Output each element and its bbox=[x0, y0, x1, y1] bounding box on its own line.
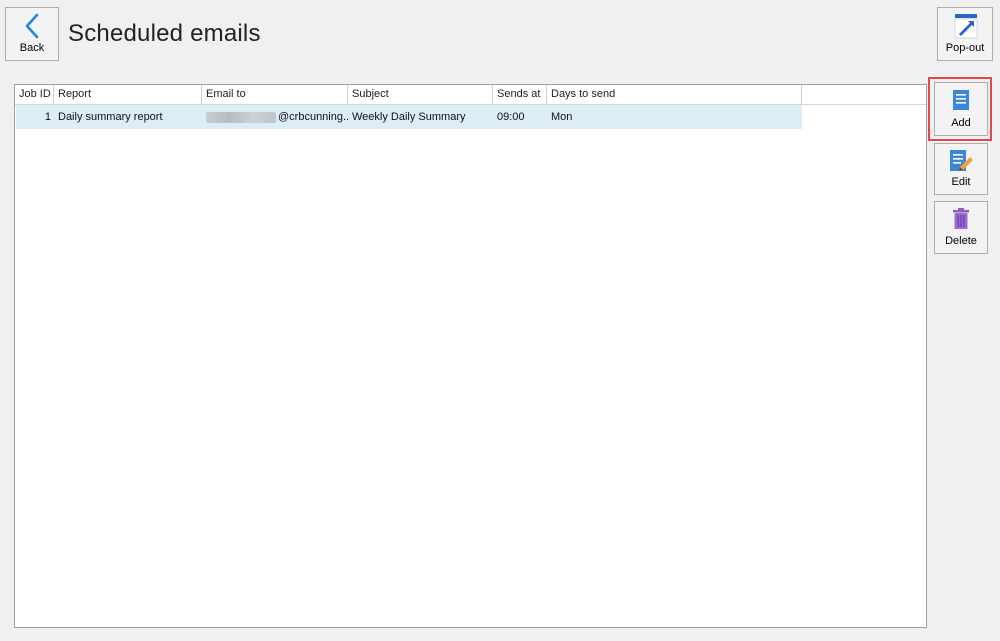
edit-button[interactable]: Edit bbox=[934, 143, 988, 195]
cell-email-to: @crbcunning... bbox=[202, 105, 348, 129]
back-button[interactable]: Back bbox=[5, 7, 59, 61]
column-header-sends-at[interactable]: Sends at bbox=[493, 85, 547, 104]
document-edit-icon bbox=[948, 148, 974, 177]
cell-days-to-send: Mon bbox=[551, 111, 573, 123]
column-header-days-to-send[interactable]: Days to send bbox=[547, 85, 802, 104]
cell-sends-at: 09:00 bbox=[497, 111, 525, 123]
delete-label: Delete bbox=[945, 235, 977, 247]
cell-email-domain: @crbcunning... bbox=[278, 111, 348, 123]
trash-icon bbox=[951, 208, 971, 233]
column-header-email-to[interactable]: Email to bbox=[202, 85, 348, 104]
redacted-email-blur bbox=[206, 111, 276, 123]
popout-arrow-icon bbox=[952, 13, 978, 42]
table-row[interactable]: 1 Daily summary report @crbcunning... We… bbox=[16, 105, 802, 129]
column-header-report[interactable]: Report bbox=[54, 85, 202, 104]
cell-report: Daily summary report bbox=[58, 111, 163, 123]
cell-job-id: 1 bbox=[44, 111, 51, 123]
popout-label: Pop-out bbox=[945, 42, 985, 54]
scheduled-emails-grid[interactable]: Job ID Report Email to Subject Sends at … bbox=[14, 84, 927, 628]
popout-button[interactable]: Pop-out bbox=[937, 7, 993, 61]
chevron-left-icon bbox=[22, 12, 42, 43]
column-header-subject[interactable]: Subject bbox=[348, 85, 493, 104]
back-label: Back bbox=[19, 42, 45, 54]
cell-subject: Weekly Daily Summary bbox=[352, 111, 466, 123]
column-header-job-id[interactable]: Job ID bbox=[15, 85, 54, 104]
delete-button[interactable]: Delete bbox=[934, 201, 988, 254]
add-button[interactable]: Add bbox=[934, 82, 988, 136]
document-icon bbox=[952, 89, 970, 114]
edit-label: Edit bbox=[951, 176, 971, 188]
add-label: Add bbox=[951, 117, 971, 129]
grid-header: Job ID Report Email to Subject Sends at … bbox=[15, 85, 926, 105]
page-title: Scheduled emails bbox=[68, 20, 261, 47]
